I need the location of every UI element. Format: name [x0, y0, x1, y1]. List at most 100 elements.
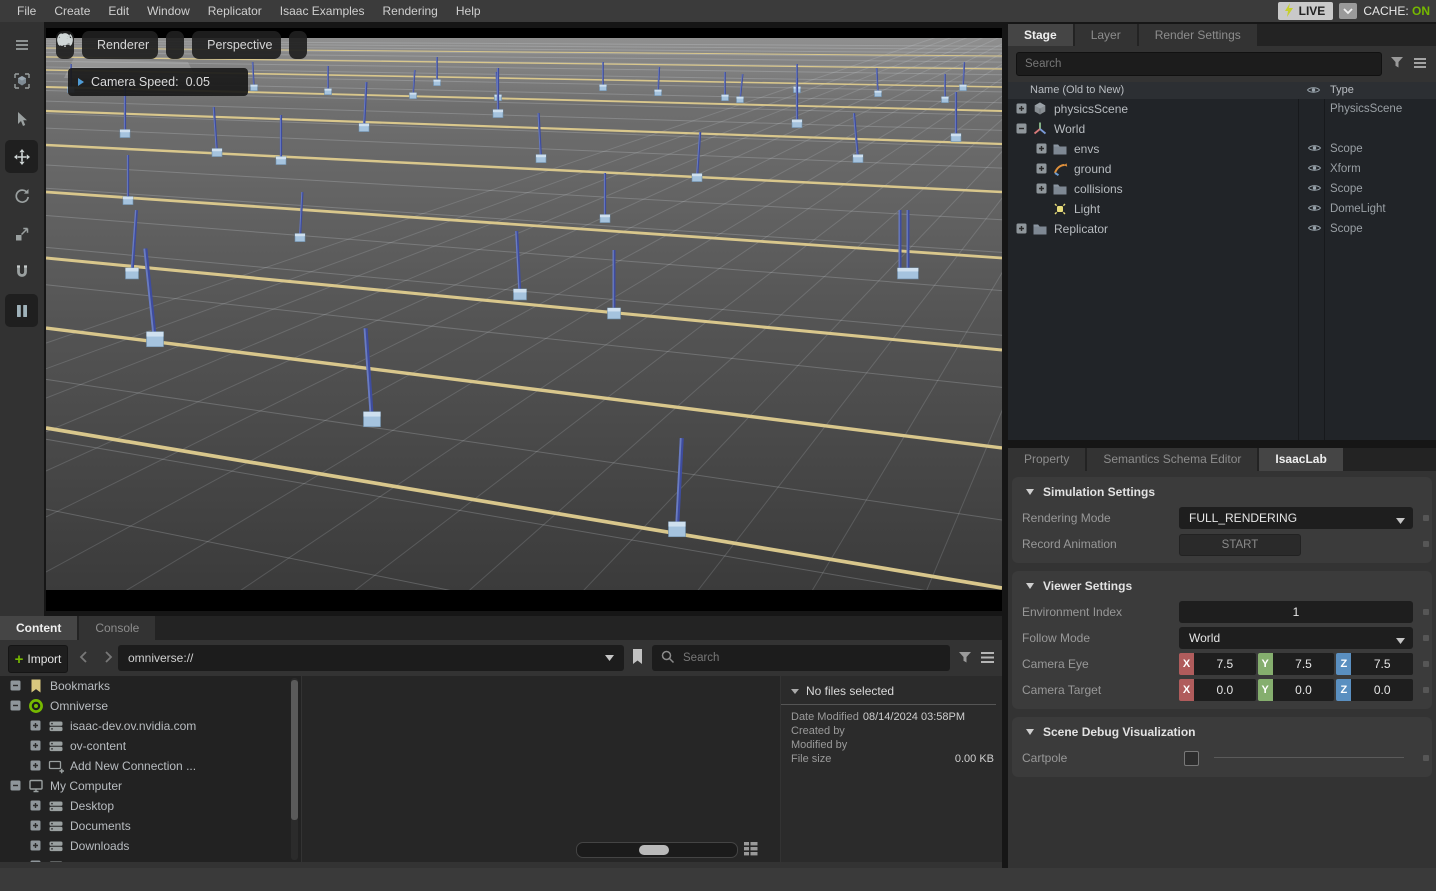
- expander-minus-icon[interactable]: [10, 700, 21, 714]
- axis-z-value[interactable]: 0.0: [1351, 679, 1413, 701]
- live-dropdown-button[interactable]: [1339, 3, 1357, 19]
- axis-x-value[interactable]: 0.0: [1194, 679, 1256, 701]
- expander-plus-icon[interactable]: [30, 720, 41, 734]
- viewport-button-visibility-eye[interactable]: [166, 31, 184, 59]
- tool-pause[interactable]: [5, 294, 38, 327]
- tab-console[interactable]: Console: [79, 616, 155, 640]
- tree-item-isaac-dev-ov-nvidia-com[interactable]: isaac-dev.ov.nvidia.com: [0, 716, 301, 736]
- axis-y-value[interactable]: 0.0: [1273, 679, 1335, 701]
- menu-item-edit[interactable]: Edit: [99, 0, 138, 22]
- path-input[interactable]: [118, 651, 604, 665]
- expander-plus-icon[interactable]: [30, 840, 41, 854]
- viewport-button-capture[interactable]: [289, 31, 307, 59]
- content-search-input[interactable]: [681, 651, 950, 665]
- expander-minus-icon[interactable]: [10, 780, 21, 794]
- tool-scale[interactable]: [5, 217, 38, 250]
- expander-plus-icon[interactable]: [1036, 163, 1047, 177]
- environment-index-field[interactable]: 1: [1179, 601, 1413, 623]
- menu-item-replicator[interactable]: Replicator: [199, 0, 271, 22]
- expander-minus-icon[interactable]: [1016, 123, 1027, 137]
- visibility-eye-toggle[interactable]: [1307, 182, 1322, 197]
- panel-splitter[interactable]: [1008, 440, 1436, 448]
- tool-select-arrow[interactable]: [5, 102, 38, 135]
- scrollbar[interactable]: [291, 678, 298, 860]
- tree-item-ov-content[interactable]: ov-content: [0, 736, 301, 756]
- tab-render-settings[interactable]: Render Settings: [1139, 24, 1257, 46]
- column-type[interactable]: Type: [1330, 82, 1354, 99]
- stage-row-collisions[interactable]: collisionsScope: [1008, 179, 1436, 199]
- viewport-scene[interactable]: [46, 28, 1002, 611]
- stage-search-input[interactable]: [1016, 52, 1382, 76]
- section-header[interactable]: Viewer Settings: [1012, 573, 1432, 599]
- filter-icon[interactable]: [957, 650, 973, 668]
- expander-plus-icon[interactable]: [30, 800, 41, 814]
- tree-item-downloads[interactable]: Downloads: [0, 836, 301, 856]
- tool-menu[interactable]: [5, 28, 38, 61]
- axis-z-value[interactable]: 7.5: [1351, 653, 1413, 675]
- stage-row-ground[interactable]: groundXform: [1008, 159, 1436, 179]
- stage-row-world[interactable]: World: [1008, 119, 1436, 139]
- expander-plus-icon[interactable]: [30, 820, 41, 834]
- axis-y-value[interactable]: 7.5: [1273, 653, 1335, 675]
- stage-row-light[interactable]: LightDomeLight: [1008, 199, 1436, 219]
- expander-plus-icon[interactable]: [1036, 183, 1047, 197]
- options-menu-icon[interactable]: [1412, 56, 1428, 73]
- expander-plus-icon[interactable]: [1016, 223, 1027, 237]
- stage-row-physicsscene[interactable]: physicsScenePhysicsScene: [1008, 99, 1436, 119]
- tool-frame-selection[interactable]: [5, 64, 38, 97]
- filter-icon[interactable]: [1389, 55, 1405, 73]
- path-dropdown-icon[interactable]: [604, 651, 615, 665]
- scrollbar-thumb[interactable]: [291, 680, 298, 820]
- tab-isaaclab[interactable]: IsaacLab: [1259, 448, 1342, 471]
- column-name[interactable]: Name (Old to New): [1030, 82, 1124, 99]
- tree-item-my-computer[interactable]: My Computer: [0, 776, 301, 796]
- axis-x-value[interactable]: 7.5: [1194, 653, 1256, 675]
- expander-plus-icon[interactable]: [1036, 143, 1047, 157]
- path-bar[interactable]: [118, 645, 624, 671]
- expander-plus-icon[interactable]: [30, 860, 41, 862]
- tool-move[interactable]: [5, 140, 38, 173]
- import-button[interactable]: + Import: [8, 645, 68, 673]
- menu-item-help[interactable]: Help: [447, 0, 490, 22]
- viewport-button-camera[interactable]: Perspective: [192, 31, 281, 59]
- forward-button[interactable]: [100, 649, 116, 668]
- tab-layer[interactable]: Layer: [1075, 24, 1137, 46]
- bookmark-icon[interactable]: [630, 647, 645, 670]
- slider-thumb[interactable]: [639, 845, 669, 855]
- menu-item-isaac-examples[interactable]: Isaac Examples: [271, 0, 374, 22]
- tab-stage[interactable]: Stage: [1008, 24, 1073, 46]
- menu-item-window[interactable]: Window: [138, 0, 199, 22]
- file-grid-area[interactable]: [302, 676, 780, 862]
- visibility-eye-toggle[interactable]: [1307, 202, 1322, 217]
- follow-mode-dropdown[interactable]: World: [1179, 627, 1413, 649]
- expander-plus-icon[interactable]: [30, 760, 41, 774]
- thumbnail-size-slider[interactable]: [576, 842, 738, 858]
- expander-minus-icon[interactable]: [10, 680, 21, 694]
- tab-semantics-schema-editor[interactable]: Semantics Schema Editor: [1087, 448, 1257, 471]
- stage-row-envs[interactable]: envsScope: [1008, 139, 1436, 159]
- live-button[interactable]: LIVE: [1278, 2, 1334, 20]
- menu-item-create[interactable]: Create: [45, 0, 99, 22]
- section-header[interactable]: Simulation Settings: [1012, 479, 1432, 505]
- menu-item-rendering[interactable]: Rendering: [373, 0, 446, 22]
- tree-item-partial[interactable]: [0, 856, 301, 862]
- tool-snap-magnet[interactable]: [5, 255, 38, 288]
- cartpole-checkbox[interactable]: [1184, 751, 1199, 766]
- options-menu-icon[interactable]: [979, 650, 996, 668]
- rendering-mode-dropdown[interactable]: FULL_RENDERING: [1179, 507, 1413, 529]
- expander-plus-icon[interactable]: [1016, 103, 1027, 117]
- viewport-button-lightbulb[interactable]: Renderer: [82, 31, 158, 59]
- back-button[interactable]: [76, 649, 92, 668]
- expander-plus-icon[interactable]: [30, 740, 41, 754]
- tree-item-desktop[interactable]: Desktop: [0, 796, 301, 816]
- tab-content[interactable]: Content: [0, 616, 77, 640]
- view-mode-icon[interactable]: [742, 840, 760, 861]
- tree-item-omniverse[interactable]: Omniverse: [0, 696, 301, 716]
- menu-item-file[interactable]: File: [8, 0, 45, 22]
- section-header[interactable]: Scene Debug Visualization: [1012, 719, 1432, 745]
- tree-item-bookmarks[interactable]: Bookmarks: [0, 676, 301, 696]
- tab-property[interactable]: Property: [1008, 448, 1085, 471]
- visibility-eye-toggle[interactable]: [1307, 162, 1322, 177]
- start-button[interactable]: START: [1179, 534, 1301, 556]
- visibility-eye-toggle[interactable]: [1307, 222, 1322, 237]
